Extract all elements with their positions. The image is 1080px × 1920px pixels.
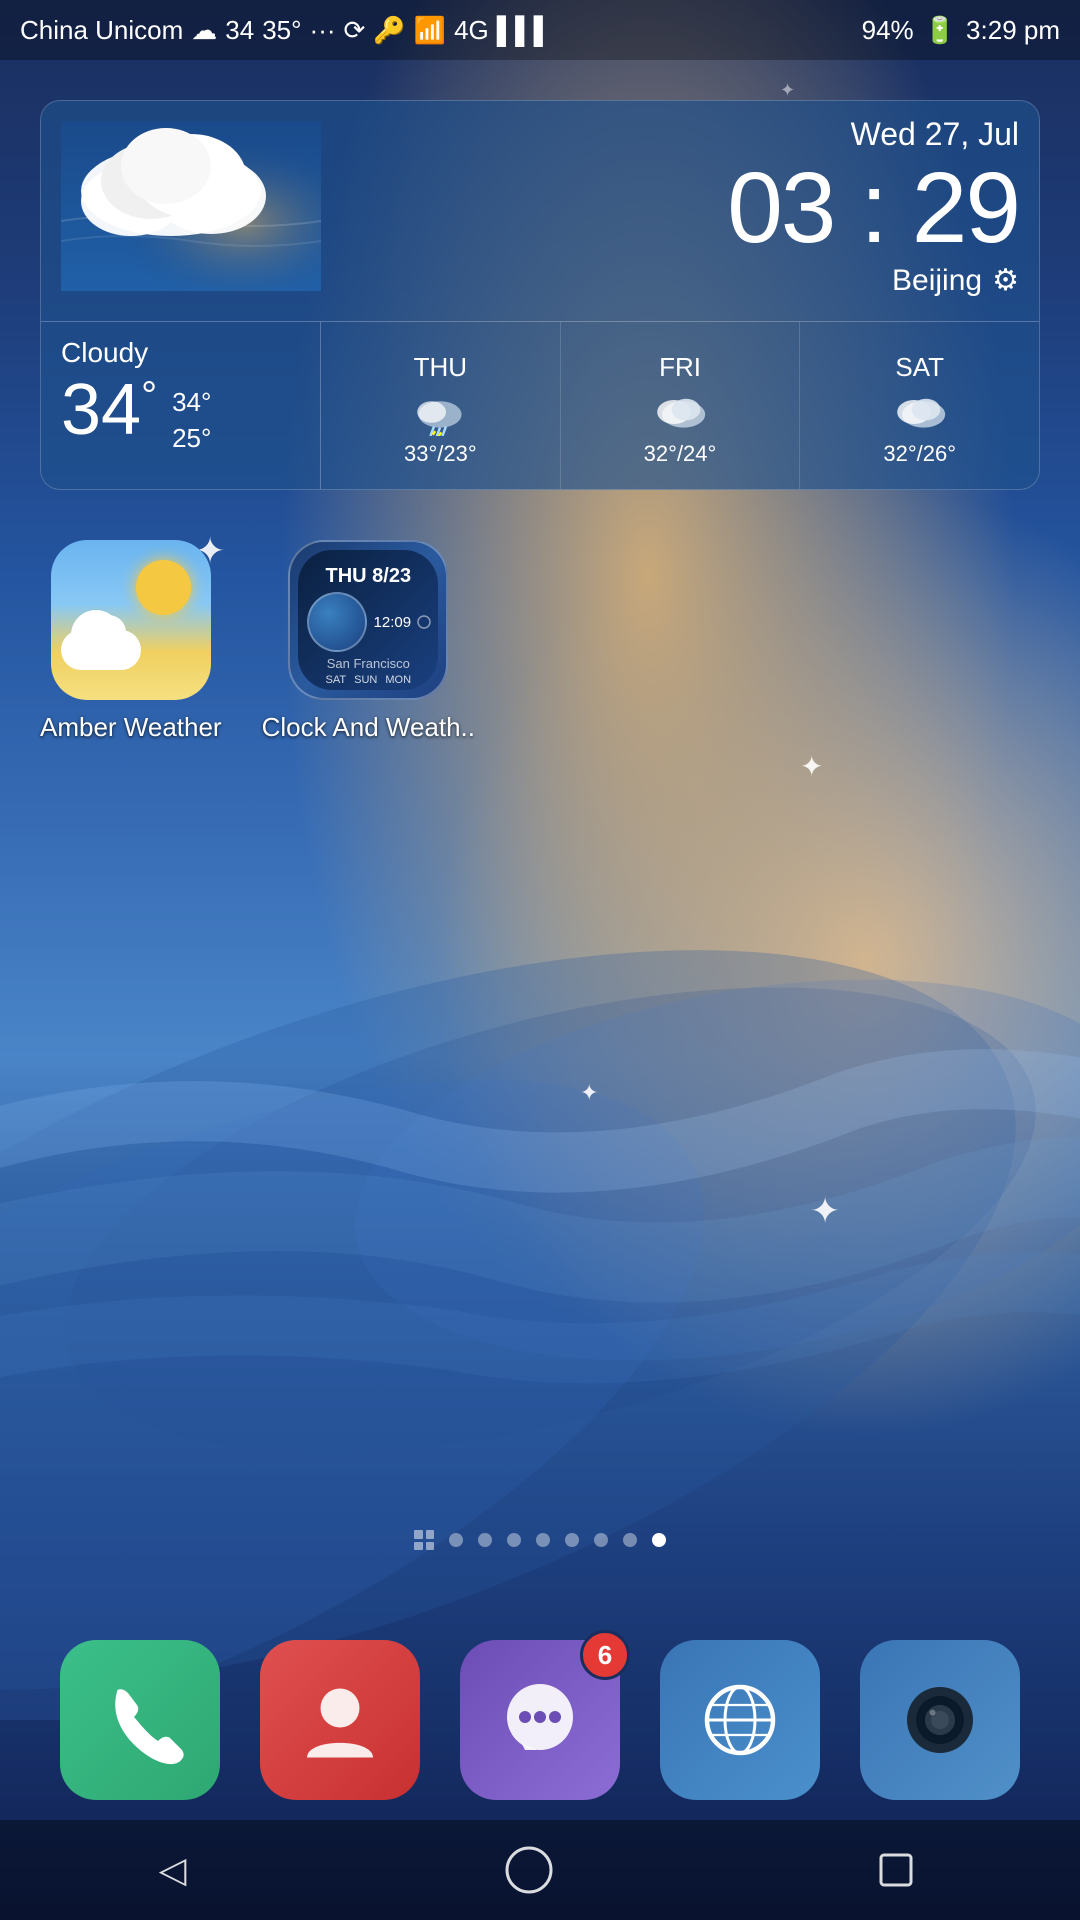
low-temp: 25° xyxy=(172,420,211,456)
widget-bottom: Cloudy 34° 34° 25° THU xyxy=(41,321,1039,490)
amber-weather-app[interactable]: Amber Weather xyxy=(40,540,222,743)
forecast-sat: SAT 32°/26° xyxy=(800,322,1039,490)
page-grid-icon[interactable] xyxy=(414,1530,434,1550)
star-4: ✦ xyxy=(810,1190,840,1232)
signal-bars: ▌▌▌ xyxy=(497,15,552,46)
page-dot-1[interactable] xyxy=(449,1533,463,1547)
page-dot-6[interactable] xyxy=(594,1533,608,1547)
location-row: Beijing ⚙ xyxy=(727,263,1019,298)
weather-icon: ☁ xyxy=(191,15,217,46)
phone-app[interactable] xyxy=(60,1640,220,1800)
app-icons-row: Amber Weather THU 8/23 12:09 San Francis… xyxy=(40,540,475,743)
amber-weather-label: Amber Weather xyxy=(40,712,222,743)
star-5: ✦ xyxy=(780,80,795,101)
page-dot-7[interactable] xyxy=(623,1533,637,1547)
camera-app[interactable] xyxy=(860,1640,1020,1800)
page-dot-2[interactable] xyxy=(478,1533,492,1547)
star-2: ✦ xyxy=(800,750,823,783)
clock-weather-icon: THU 8/23 12:09 San Francisco SAT☁ SUN☁ M… xyxy=(288,540,448,700)
wifi-icon: 📶 xyxy=(414,15,446,46)
amber-weather-icon xyxy=(51,540,211,700)
status-temp: 34 xyxy=(225,15,254,46)
page-dot-8[interactable] xyxy=(652,1533,666,1547)
clock-time: 3:29 pm xyxy=(966,15,1060,46)
messages-badge: 6 xyxy=(580,1630,630,1680)
dock: 6 xyxy=(0,1620,1080,1820)
key-icon: 🔑 xyxy=(373,15,405,46)
page-dot-5[interactable] xyxy=(565,1533,579,1547)
messages-app[interactable]: 6 xyxy=(460,1640,620,1800)
datetime-section: Wed 27, Jul 03 : 29 Beijing ⚙ xyxy=(727,116,1019,298)
clock-weather-app[interactable]: THU 8/23 12:09 San Francisco SAT☁ SUN☁ M… xyxy=(262,540,475,743)
recent-button[interactable] xyxy=(871,1845,921,1895)
current-weather: Cloudy 34° 34° 25° xyxy=(41,322,321,490)
signal-4g: 4G xyxy=(454,15,489,46)
home-button[interactable] xyxy=(504,1845,554,1895)
browser-app[interactable] xyxy=(660,1640,820,1800)
nav-bar: ◁ xyxy=(0,1820,1080,1920)
status-temp-high: 35° xyxy=(262,15,301,46)
contacts-app[interactable] xyxy=(260,1640,420,1800)
settings-icon[interactable]: ⚙ xyxy=(992,263,1019,298)
forecast-days: THU 33°/23° FRI xyxy=(321,322,1039,490)
star-3: ✦ xyxy=(580,1080,598,1106)
location-text: Beijing xyxy=(892,264,982,298)
widget-top: Wed 27, Jul 03 : 29 Beijing ⚙ xyxy=(41,101,1039,321)
rotate-icon: ⟳ xyxy=(344,15,366,46)
status-left: China Unicom ☁ 34 35° ··· ⟳ 🔑 📶 4G ▌▌▌ xyxy=(20,15,552,46)
back-button[interactable]: ◁ xyxy=(159,1849,187,1891)
weather-condition: Cloudy xyxy=(61,337,300,369)
cloud-image xyxy=(61,121,321,291)
battery-text: 94% xyxy=(862,15,914,46)
forecast-fri: FRI 32°/24° xyxy=(561,322,801,490)
battery-icon: 🔋 xyxy=(924,15,956,46)
clock-weather-label: Clock And Weath.. xyxy=(262,712,475,743)
carrier-text: China Unicom xyxy=(20,15,183,46)
current-temp: 34° xyxy=(61,374,157,446)
status-dots: ··· xyxy=(310,15,336,46)
high-temp: 34° xyxy=(172,384,211,420)
weather-widget: Wed 27, Jul 03 : 29 Beijing ⚙ Cloudy 34°… xyxy=(40,100,1040,490)
date-display: Wed 27, Jul xyxy=(727,116,1019,153)
status-bar: China Unicom ☁ 34 35° ··· ⟳ 🔑 📶 4G ▌▌▌ 9… xyxy=(0,0,1080,60)
time-display: 03 : 29 xyxy=(727,158,1019,258)
page-indicators xyxy=(0,1530,1080,1550)
page-dot-4[interactable] xyxy=(536,1533,550,1547)
status-right: 94% 🔋 3:29 pm xyxy=(862,15,1060,46)
page-dot-3[interactable] xyxy=(507,1533,521,1547)
forecast-thu: THU 33°/23° xyxy=(321,322,561,490)
